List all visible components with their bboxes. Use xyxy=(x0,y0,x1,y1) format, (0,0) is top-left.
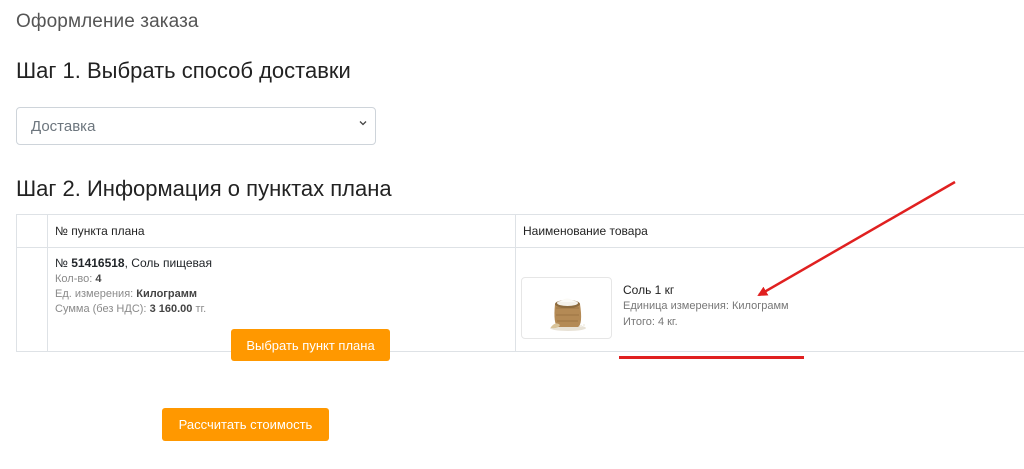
sum-line: Сумма (без НДС): 3 160.00 тг. xyxy=(55,302,508,317)
delivery-method-select[interactable]: Доставка xyxy=(16,107,376,145)
header-point-number: № пункта плана xyxy=(47,214,516,248)
quantity-label: Кол-во: xyxy=(55,273,96,285)
page-title: Оформление заказа xyxy=(16,11,199,32)
header-check-cell xyxy=(16,214,48,248)
product-unit: Единица измерения: Килограмм xyxy=(623,300,789,312)
row-check-cell xyxy=(16,247,48,352)
product-name: Соль 1 кг xyxy=(623,283,675,297)
select-plan-point-button[interactable]: Выбрать пункт плана xyxy=(231,329,390,361)
product-thumbnail xyxy=(521,277,612,339)
quantity-line: Кол-во: 4 xyxy=(55,272,508,287)
step1-title: Шаг 1. Выбрать способ доставки xyxy=(16,58,351,83)
sum-currency: тг. xyxy=(192,303,207,315)
product-cell: Соль 1 кг Единица измерения: Килограмм И… xyxy=(515,247,1024,359)
delivery-method-value: Доставка xyxy=(31,117,96,135)
point-cell: № 51416518, Соль пищевая Кол-во: 4 Ед. и… xyxy=(47,247,516,361)
quantity-value: 4 xyxy=(95,273,102,285)
chevron-down-icon xyxy=(359,121,367,126)
annotation-underline xyxy=(619,356,804,359)
point-prefix: № xyxy=(55,256,72,270)
step2-title: Шаг 2. Информация о пунктах плана xyxy=(16,176,392,201)
salt-sack-icon xyxy=(550,298,586,331)
point-title: № 51416518, Соль пищевая xyxy=(55,256,508,270)
point-name: , Соль пищевая xyxy=(124,256,212,270)
table-row: № 51416518, Соль пищевая Кол-во: 4 Ед. и… xyxy=(16,247,1024,361)
table-header-row: № пункта плана Наименование товара xyxy=(16,214,1024,248)
header-product-name: Наименование товара xyxy=(515,214,1024,248)
unit-line: Ед. измерения: Килограмм xyxy=(55,287,508,302)
sum-value: 3 160.00 xyxy=(149,303,193,315)
product-total: Итого: 4 кг. xyxy=(623,316,678,328)
point-number: 51416518 xyxy=(71,256,125,270)
sum-label: Сумма (без НДС): xyxy=(55,303,150,315)
plan-items-table: № пункта плана Наименование товара № 514… xyxy=(16,214,1024,361)
product-info: Соль 1 кг Единица измерения: Килограмм И… xyxy=(623,282,789,330)
calculate-cost-button[interactable]: Рассчитать стоимость xyxy=(162,408,329,441)
unit-label: Ед. измерения: xyxy=(55,288,137,300)
unit-value: Килограмм xyxy=(136,288,197,300)
